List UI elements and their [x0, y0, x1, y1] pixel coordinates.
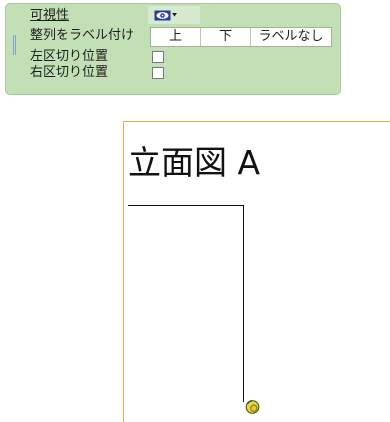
alignment-label: 整列をラベル付け: [30, 28, 135, 43]
elevation-view-title[interactable]: 立面図 A: [128, 143, 260, 183]
right-break-checkbox[interactable]: [152, 67, 164, 79]
elevation-marker-line-horizontal[interactable]: [128, 205, 244, 206]
alignment-option-top[interactable]: 上: [151, 28, 201, 46]
elevation-marker-line-vertical[interactable]: [243, 205, 244, 402]
chevron-down-icon: [172, 13, 177, 17]
alignment-option-bottom[interactable]: 下: [201, 28, 251, 46]
alignment-segmented-control: 上 下 ラベルなし: [150, 27, 332, 47]
visibility-dropdown[interactable]: [154, 8, 177, 22]
left-break-checkbox[interactable]: [152, 51, 164, 63]
palette-grip-icon[interactable]: [13, 35, 16, 55]
right-break-label: 右区切り位置: [30, 65, 109, 80]
drag-handle-icon[interactable]: [245, 399, 261, 415]
visibility-label: 可視性: [30, 8, 70, 23]
alignment-option-none[interactable]: ラベルなし: [251, 28, 331, 46]
left-break-label: 左区切り位置: [30, 49, 109, 64]
property-palette: 可視性 整列をラベル付け 上 下 ラベルなし 左区切り位置 右区切り位置: [5, 3, 341, 95]
eye-icon: [154, 10, 171, 21]
